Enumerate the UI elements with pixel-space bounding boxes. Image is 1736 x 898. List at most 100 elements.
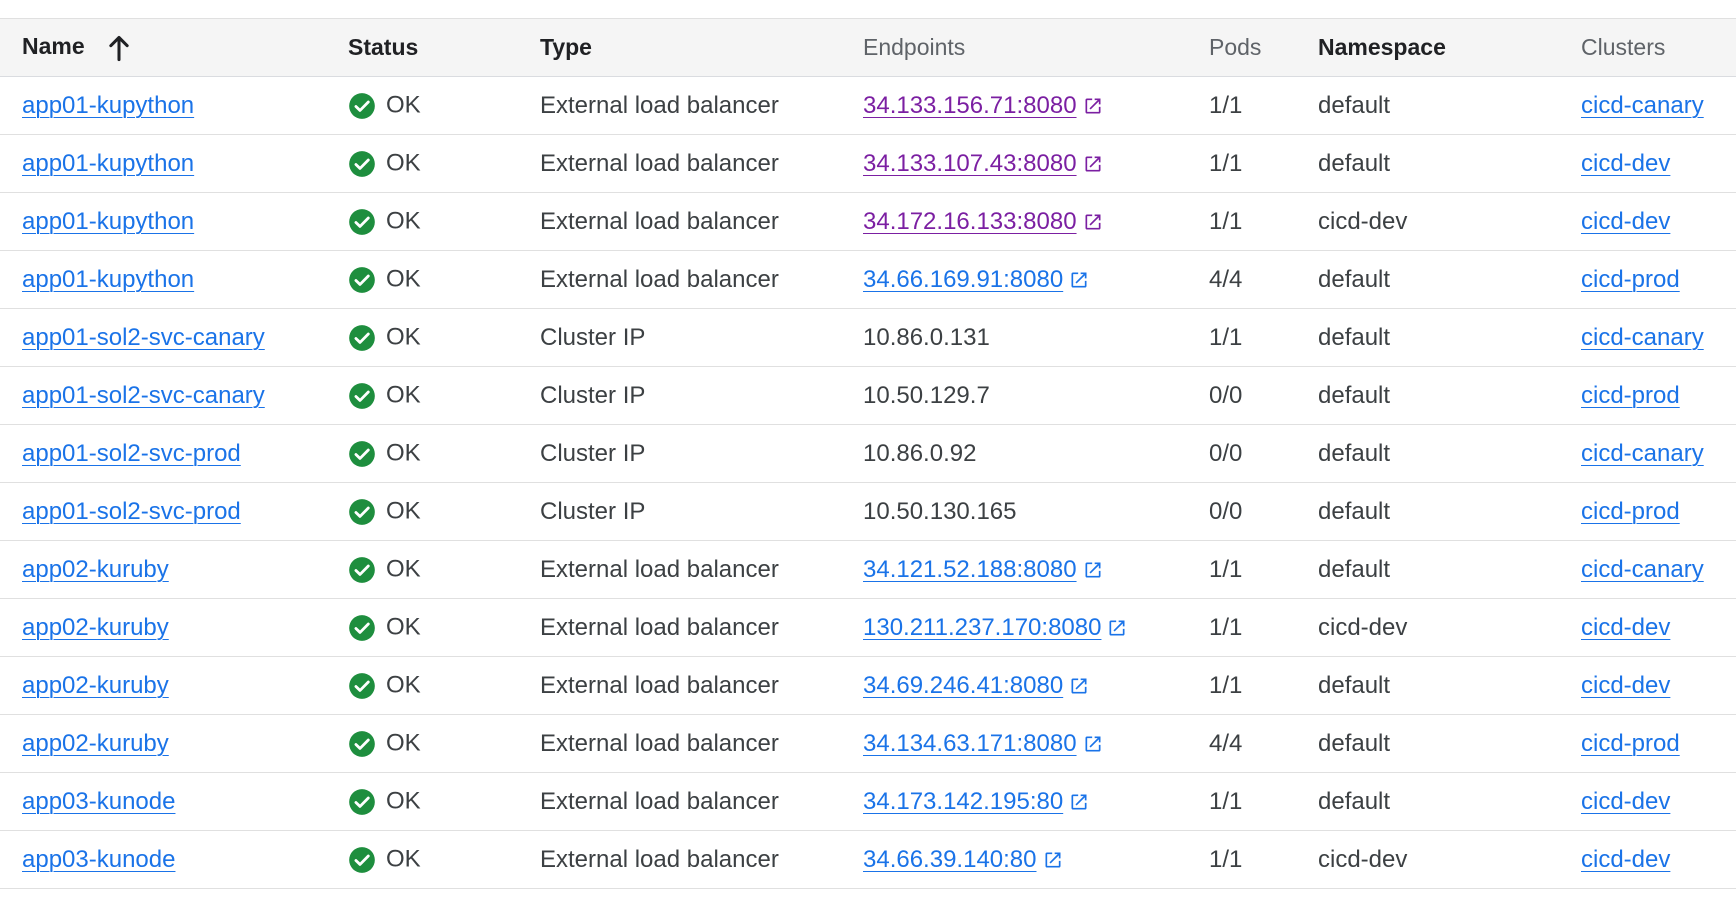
cluster-link[interactable]: cicd-prod bbox=[1581, 498, 1680, 525]
status-cell: OK bbox=[324, 831, 513, 889]
external-link-icon[interactable] bbox=[1083, 212, 1103, 232]
name-cell: app01-kupython bbox=[0, 77, 324, 135]
column-header-status[interactable]: Status bbox=[324, 19, 513, 77]
namespace-label: default bbox=[1318, 149, 1391, 177]
endpoint-link[interactable]: 34.172.16.133:8080 bbox=[863, 208, 1077, 235]
cluster-link[interactable]: cicd-dev bbox=[1581, 846, 1670, 873]
endpoint-link[interactable]: 34.133.107.43:8080 bbox=[863, 150, 1077, 177]
endpoint-link[interactable]: 34.69.246.41:8080 bbox=[863, 672, 1063, 699]
pods-label: 1/1 bbox=[1209, 845, 1243, 873]
service-name-link[interactable]: app03-kunode bbox=[22, 788, 175, 815]
cluster-link[interactable]: cicd-prod bbox=[1581, 382, 1680, 409]
service-name-link[interactable]: app02-kuruby bbox=[22, 730, 169, 757]
sort-ascending-icon[interactable] bbox=[105, 33, 133, 63]
endpoint-link[interactable]: 130.211.237.170:8080 bbox=[863, 614, 1101, 641]
status-label: OK bbox=[386, 149, 421, 177]
status-cell: OK bbox=[324, 715, 513, 773]
namespace-cell: default bbox=[1306, 483, 1554, 541]
external-link-icon[interactable] bbox=[1107, 618, 1127, 638]
service-name-link[interactable]: app01-kupython bbox=[22, 150, 194, 177]
status-cell: OK bbox=[324, 193, 513, 251]
service-name-link[interactable]: app01-sol2-svc-canary bbox=[22, 324, 265, 351]
column-header-type[interactable]: Type bbox=[513, 19, 834, 77]
check-circle-icon bbox=[349, 92, 375, 119]
column-header-endpoints-label: Endpoints bbox=[863, 34, 966, 60]
cluster-link[interactable]: cicd-dev bbox=[1581, 208, 1670, 235]
type-label: Cluster IP bbox=[540, 497, 646, 525]
pods-label: 1/1 bbox=[1209, 555, 1243, 583]
service-name-link[interactable]: app01-sol2-svc-prod bbox=[22, 498, 241, 525]
type-label: External load balancer bbox=[540, 149, 779, 177]
external-link-icon[interactable] bbox=[1083, 96, 1103, 116]
status-label: OK bbox=[386, 323, 421, 351]
type-cell: External load balancer bbox=[513, 599, 834, 657]
endpoint-link[interactable]: 34.133.156.71:8080 bbox=[863, 92, 1077, 119]
service-name-link[interactable]: app01-kupython bbox=[22, 92, 194, 119]
service-name-link[interactable]: app01-sol2-svc-canary bbox=[22, 382, 265, 409]
service-name-link[interactable]: app01-kupython bbox=[22, 266, 194, 293]
pods-label: 1/1 bbox=[1209, 323, 1243, 351]
service-name-link[interactable]: app02-kuruby bbox=[22, 556, 169, 583]
endpoints-cell: 10.86.0.92 bbox=[834, 425, 1187, 483]
external-link-icon[interactable] bbox=[1083, 154, 1103, 174]
clusters-cell: cicd-prod bbox=[1554, 715, 1736, 773]
type-label: External load balancer bbox=[540, 787, 779, 815]
cluster-link[interactable]: cicd-canary bbox=[1581, 440, 1704, 467]
service-name-link[interactable]: app01-kupython bbox=[22, 208, 194, 235]
namespace-cell: default bbox=[1306, 657, 1554, 715]
endpoint-label: 10.50.129.7 bbox=[863, 381, 990, 409]
cluster-link[interactable]: cicd-dev bbox=[1581, 614, 1670, 641]
type-cell: External load balancer bbox=[513, 831, 834, 889]
clusters-cell: cicd-dev bbox=[1554, 193, 1736, 251]
service-name-link[interactable]: app01-sol2-svc-prod bbox=[22, 440, 241, 467]
external-link-icon[interactable] bbox=[1083, 560, 1103, 580]
cluster-link[interactable]: cicd-canary bbox=[1581, 92, 1704, 119]
endpoint-link[interactable]: 34.66.39.140:80 bbox=[863, 846, 1037, 873]
service-name-link[interactable]: app02-kuruby bbox=[22, 614, 169, 641]
cluster-link[interactable]: cicd-prod bbox=[1581, 730, 1680, 757]
table-header-row: Name Status Type Endpoints Pods Namespac… bbox=[0, 18, 1736, 77]
cluster-link[interactable]: cicd-dev bbox=[1581, 788, 1670, 815]
external-link-icon[interactable] bbox=[1069, 676, 1089, 696]
namespace-cell: cicd-dev bbox=[1306, 193, 1554, 251]
status-label: OK bbox=[386, 265, 421, 293]
status-cell: OK bbox=[324, 367, 513, 425]
endpoint-link[interactable]: 34.134.63.171:8080 bbox=[863, 730, 1077, 757]
cluster-link[interactable]: cicd-dev bbox=[1581, 672, 1670, 699]
namespace-label: default bbox=[1318, 381, 1391, 409]
status-label: OK bbox=[386, 787, 421, 815]
endpoints-cell: 34.69.246.41:8080 bbox=[834, 657, 1187, 715]
clusters-cell: cicd-canary bbox=[1554, 425, 1736, 483]
pods-label: 1/1 bbox=[1209, 787, 1243, 815]
namespace-label: default bbox=[1318, 439, 1391, 467]
column-header-name[interactable]: Name bbox=[0, 19, 324, 77]
clusters-cell: cicd-dev bbox=[1554, 831, 1736, 889]
column-header-namespace[interactable]: Namespace bbox=[1306, 19, 1554, 77]
column-header-clusters: Clusters bbox=[1554, 19, 1736, 77]
column-header-name-label: Name bbox=[22, 32, 85, 59]
endpoint-link[interactable]: 34.173.142.195:80 bbox=[863, 788, 1063, 815]
external-link-icon[interactable] bbox=[1069, 792, 1089, 812]
endpoints-cell: 10.86.0.131 bbox=[834, 309, 1187, 367]
cluster-link[interactable]: cicd-canary bbox=[1581, 556, 1704, 583]
external-link-icon[interactable] bbox=[1083, 734, 1103, 754]
check-circle-icon bbox=[349, 556, 375, 583]
type-label: External load balancer bbox=[540, 555, 779, 583]
external-link-icon[interactable] bbox=[1069, 270, 1089, 290]
namespace-cell: default bbox=[1306, 425, 1554, 483]
external-link-icon[interactable] bbox=[1043, 850, 1063, 870]
namespace-label: cicd-dev bbox=[1318, 845, 1408, 873]
type-cell: External load balancer bbox=[513, 135, 834, 193]
namespace-cell: cicd-dev bbox=[1306, 831, 1554, 889]
type-cell: External load balancer bbox=[513, 251, 834, 309]
service-name-link[interactable]: app02-kuruby bbox=[22, 672, 169, 699]
service-name-link[interactable]: app03-kunode bbox=[22, 846, 175, 873]
clusters-cell: cicd-dev bbox=[1554, 657, 1736, 715]
cluster-link[interactable]: cicd-dev bbox=[1581, 150, 1670, 177]
endpoint-link[interactable]: 34.66.169.91:8080 bbox=[863, 266, 1063, 293]
cluster-link[interactable]: cicd-prod bbox=[1581, 266, 1680, 293]
pods-label: 1/1 bbox=[1209, 91, 1243, 119]
cluster-link[interactable]: cicd-canary bbox=[1581, 324, 1704, 351]
endpoint-link[interactable]: 34.121.52.188:8080 bbox=[863, 556, 1077, 583]
column-header-status-label: Status bbox=[348, 34, 419, 60]
